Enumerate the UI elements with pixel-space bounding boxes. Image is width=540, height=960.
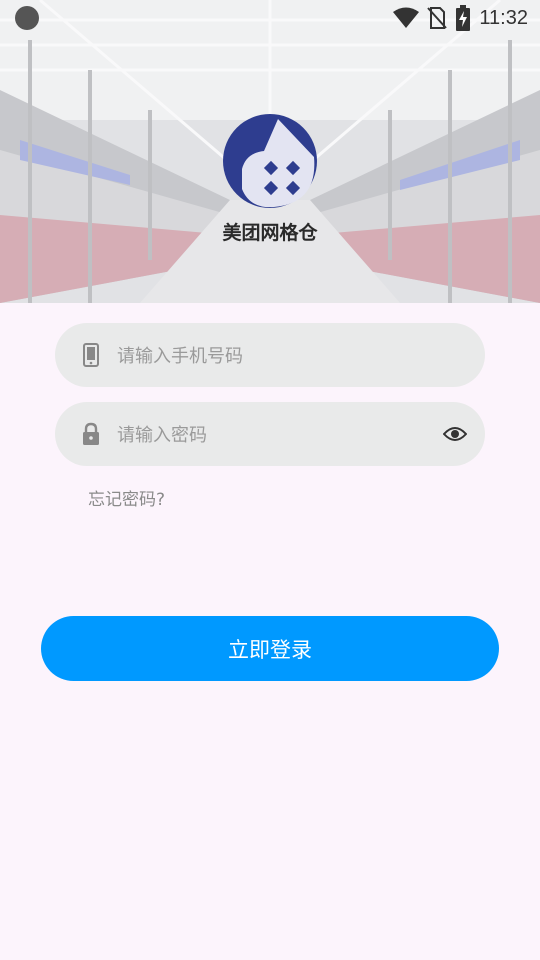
forgot-password-link[interactable]: 忘记密码? — [88, 485, 165, 510]
wifi-icon — [393, 7, 420, 28]
battery-charging-icon — [456, 5, 471, 31]
phone-icon — [83, 343, 99, 367]
app-name: 美团网格仓 — [222, 222, 318, 244]
login-button[interactable]: 立即登录 — [41, 616, 499, 681]
camera-dot-icon — [15, 6, 39, 30]
password-field[interactable] — [55, 402, 485, 468]
header-banner: 11:32 美团网格仓 — [0, 0, 540, 303]
phone-field[interactable] — [55, 323, 485, 389]
eye-icon[interactable] — [443, 424, 467, 444]
status-time: 11:32 — [479, 6, 528, 29]
phone-input[interactable] — [115, 323, 419, 389]
no-sim-icon — [427, 7, 448, 29]
app-logo — [222, 113, 318, 209]
lock-icon — [83, 422, 99, 445]
meituan-grid-warehouse-logo — [223, 114, 317, 208]
password-input[interactable] — [115, 402, 419, 468]
status-bar: 11:32 — [0, 0, 540, 36]
